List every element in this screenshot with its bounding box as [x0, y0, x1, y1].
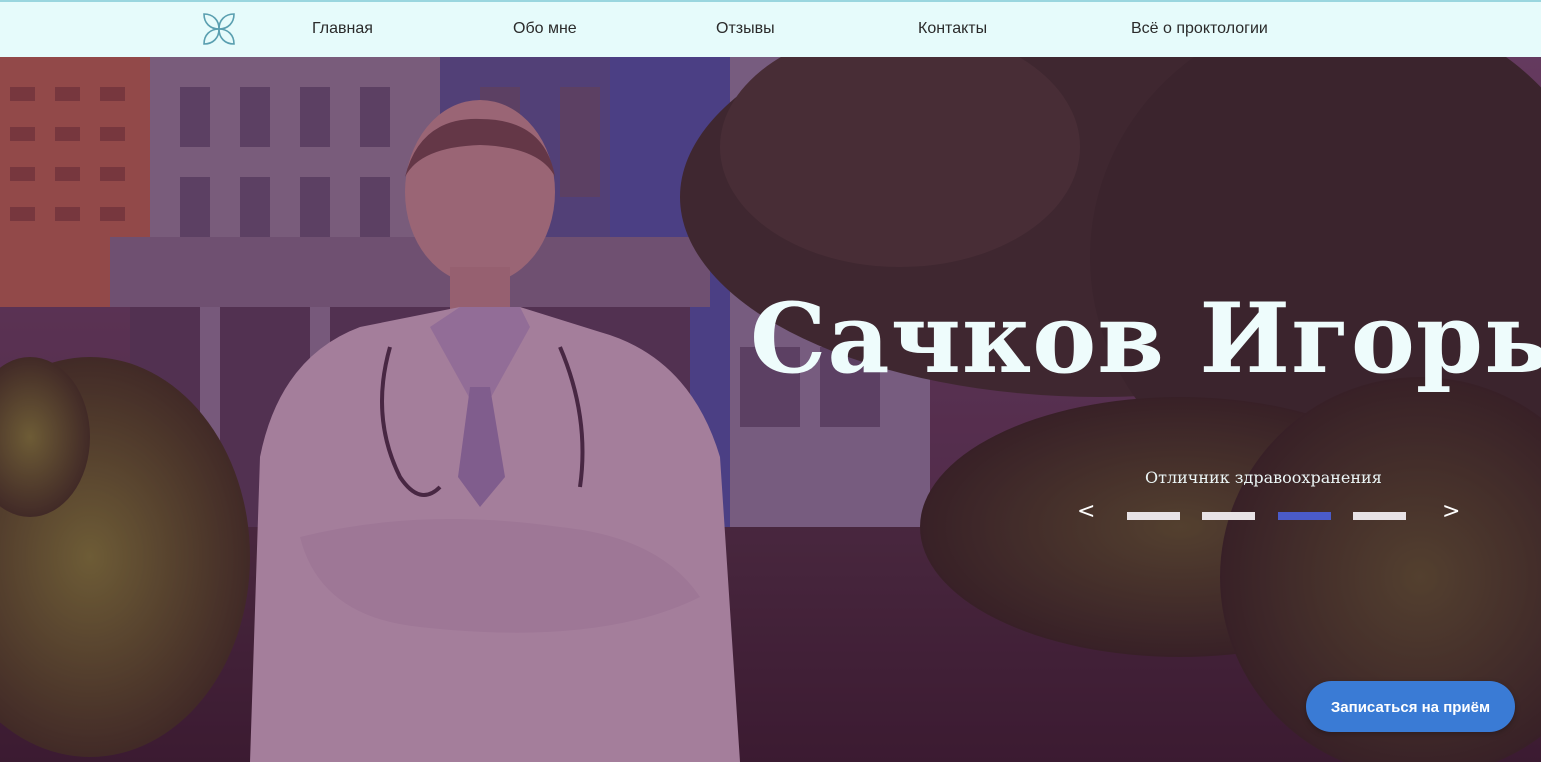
hero-subtitle: Отличник здравоохранения: [1145, 468, 1382, 487]
slider-next-arrow[interactable]: >: [1442, 501, 1460, 523]
top-navigation-bar: Главная Обо мне Отзывы Контакты Всё о пр…: [0, 0, 1541, 57]
nav-link-reviews[interactable]: Отзывы: [716, 20, 775, 38]
flower-logo-icon[interactable]: [200, 10, 238, 48]
slider-dot-4[interactable]: [1353, 512, 1406, 520]
nav-link-proctology[interactable]: Всё о проктологии: [1131, 20, 1268, 38]
hero-slider: Сачков Игорь Отличник здравоохранения < …: [0, 57, 1541, 762]
nav-link-home[interactable]: Главная: [312, 20, 373, 38]
nav-link-contacts[interactable]: Контакты: [918, 20, 987, 38]
slider-prev-arrow[interactable]: <: [1077, 501, 1095, 523]
hero-color-overlay: [0, 57, 1541, 762]
book-appointment-button[interactable]: Записаться на приём: [1306, 681, 1515, 732]
slider-dot-1[interactable]: [1127, 512, 1180, 520]
nav-link-about[interactable]: Обо мне: [513, 20, 577, 38]
slider-dot-3[interactable]: [1278, 512, 1331, 520]
hero-title: Сачков Игорь: [750, 282, 1541, 395]
slider-dot-2[interactable]: [1202, 512, 1255, 520]
